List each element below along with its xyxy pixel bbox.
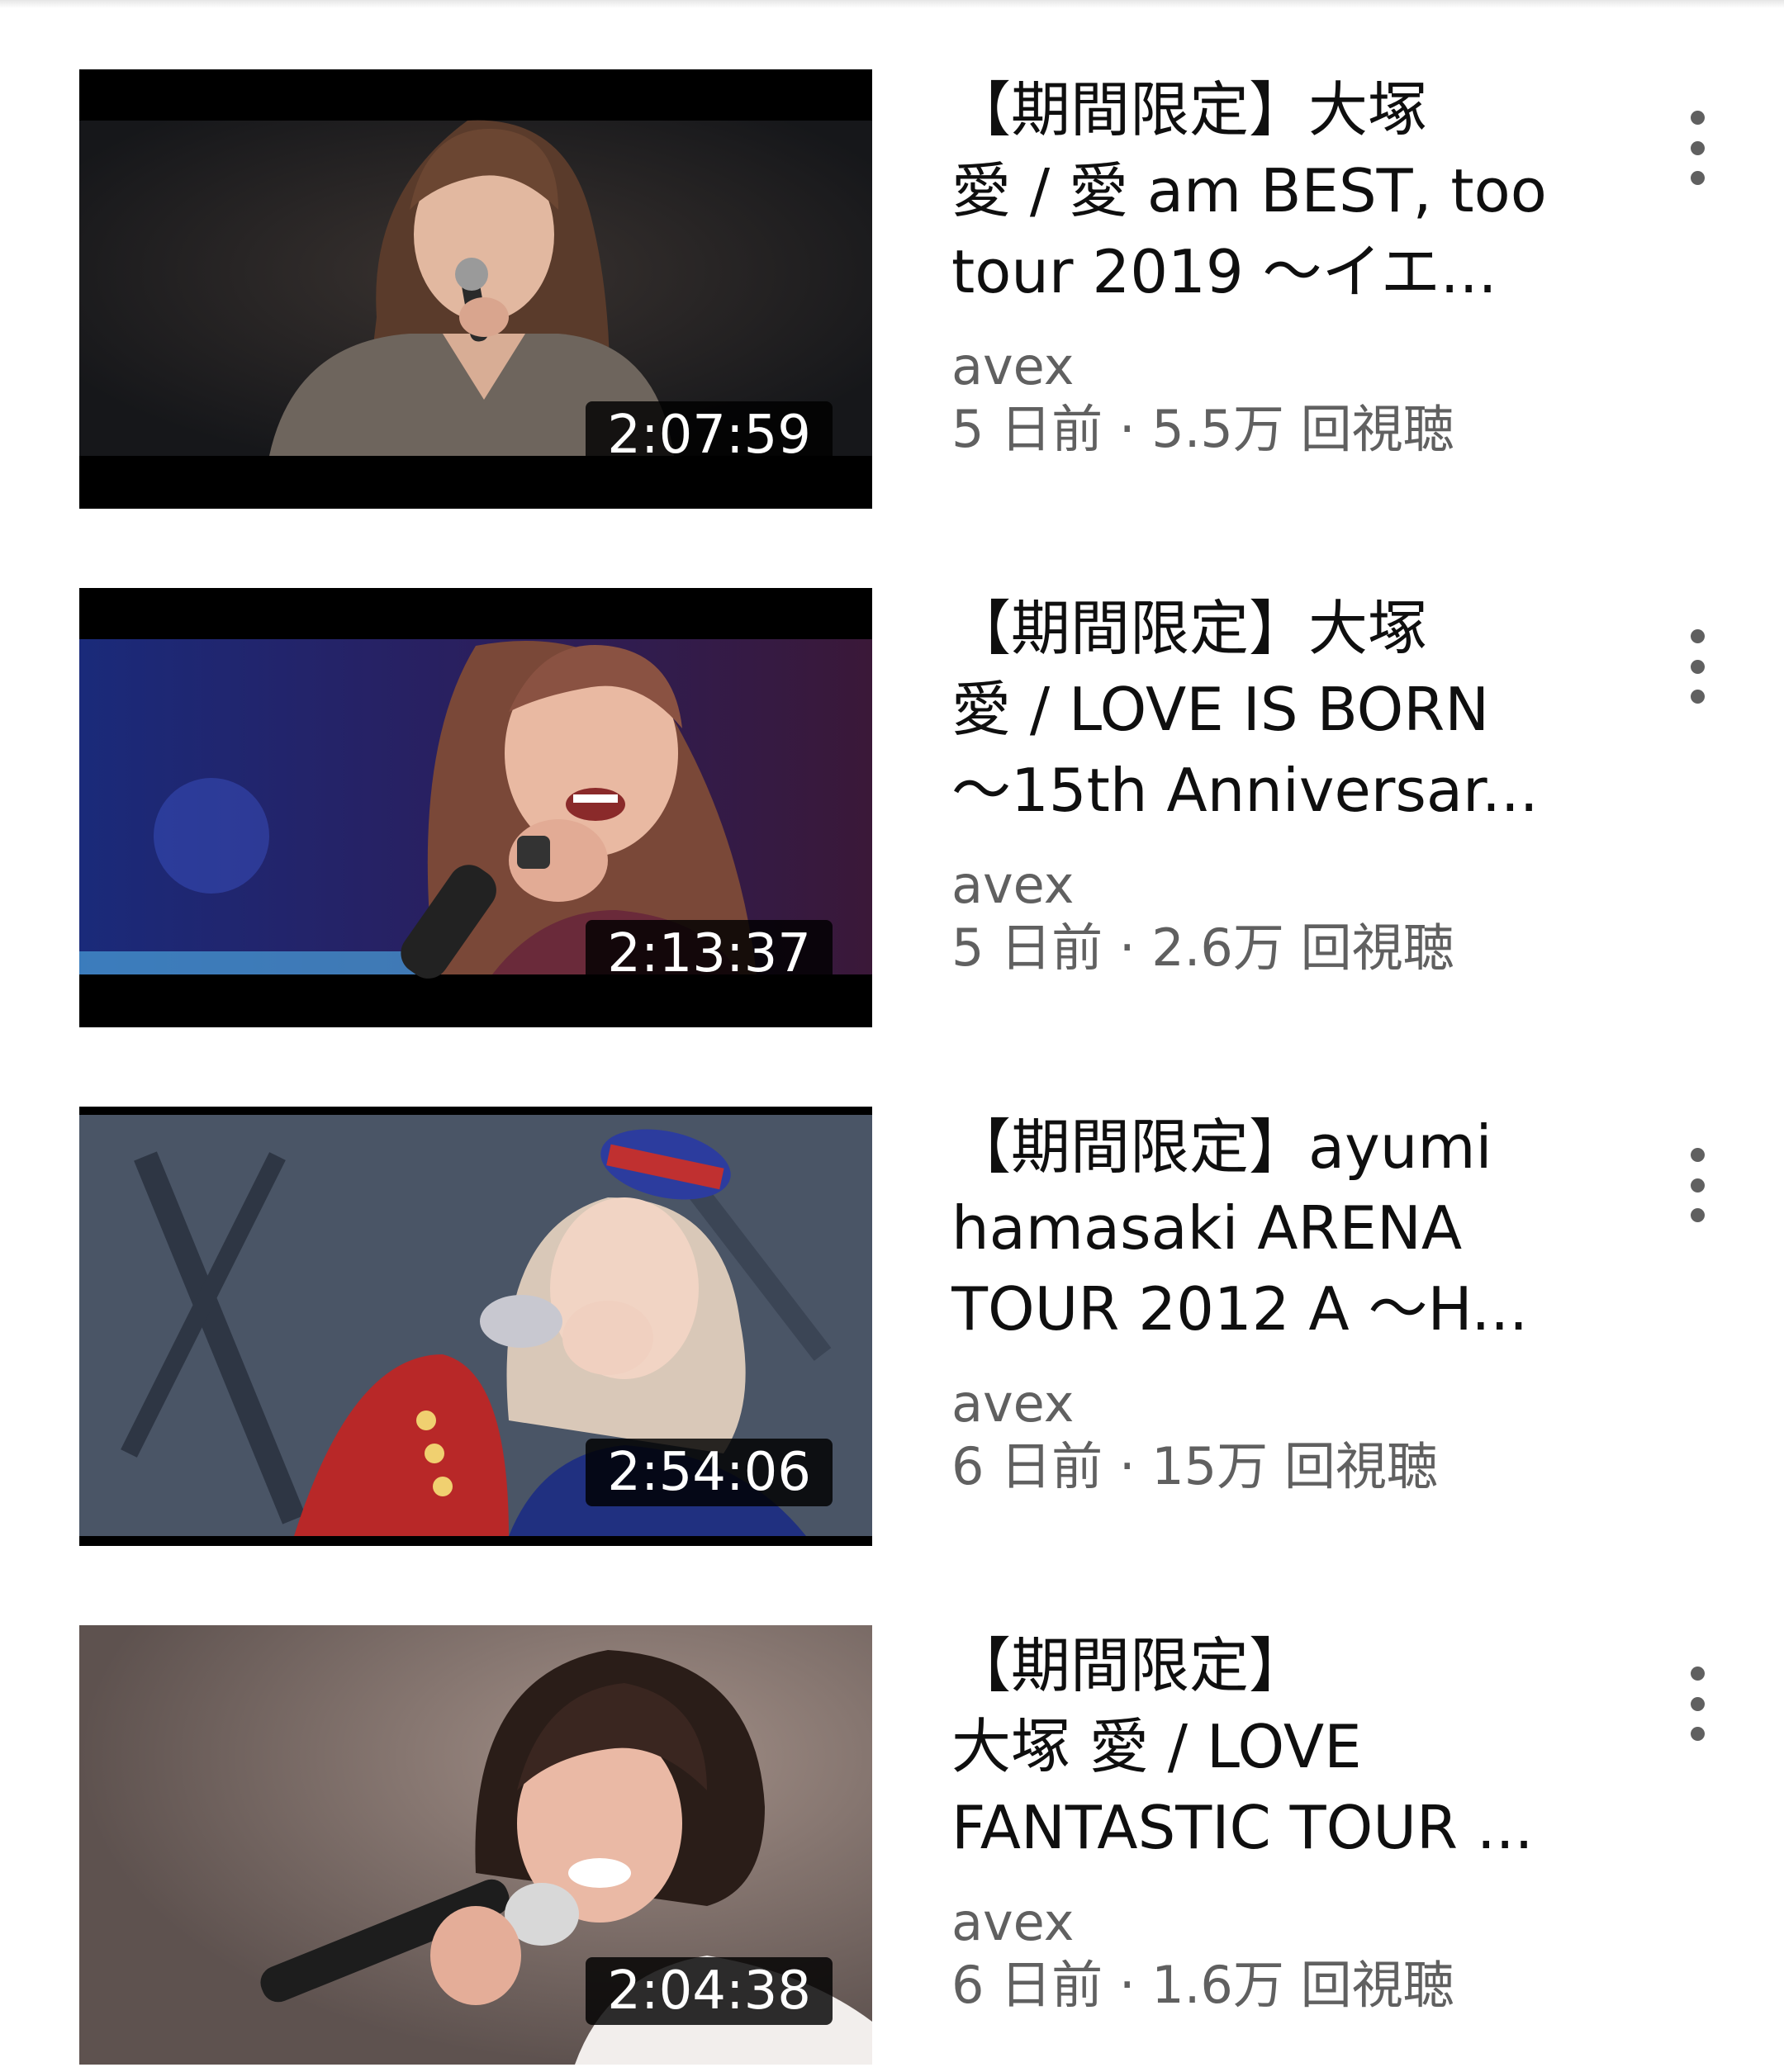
title-line: tour 2019 ～イエ... [951,237,1497,306]
more-vert-icon[interactable] [1668,1658,1726,1749]
menu-dot [1690,690,1705,704]
menu-dot [1690,1667,1705,1681]
video-thumbnail[interactable]: 2:07:59 [79,69,872,509]
title-line: hamasaki ARENA [951,1193,1463,1263]
menu-dot [1690,1696,1705,1711]
menu-dot [1690,1148,1705,1162]
channel-name[interactable]: avex [951,334,1074,400]
title-line: FANTASTIC TOUR ... [951,1793,1534,1862]
channel-name[interactable]: avex [951,852,1074,918]
video-title[interactable]: 【期間限定】ayumi hamasaki ARENA TOUR 2012 A ～… [951,1107,1579,1349]
menu-dot [1690,1178,1705,1192]
video-list: 2:07:59 【期間限定】大塚 愛 / 愛 am BEST, too tour… [0,0,1784,2072]
video-title[interactable]: 【期間限定】大塚 愛 / LOVE IS BORN ～15th Annivers… [951,588,1579,831]
channel-name[interactable]: avex [951,1889,1074,1956]
menu-dot [1690,1208,1705,1222]
title-line: ～15th Anniversar... [951,756,1539,825]
title-line: 【期間限定】大塚 [951,594,1428,663]
more-vert-icon[interactable] [1668,621,1726,712]
title-line: 愛 / 愛 am BEST, too [951,156,1547,225]
video-meta: 5 日前 · 2.6万 回視聴 [951,917,1454,978]
title-line: 【期間限定】ayumi [951,1112,1492,1182]
title-line: 【期間限定】 [951,1631,1309,1700]
more-vert-icon[interactable] [1668,1140,1726,1230]
menu-dot [1690,171,1705,185]
title-line: 【期間限定】大塚 [951,75,1428,145]
title-line: 大塚 愛 / LOVE [951,1712,1362,1781]
video-meta: 6 日前 · 15万 回視聴 [951,1436,1438,1496]
video-meta: 5 日前 · 5.5万 回視聴 [951,399,1454,459]
menu-dot [1690,111,1705,125]
video-thumbnail[interactable]: 2:54:06 [79,1107,872,1546]
video-title[interactable]: 【期間限定】 大塚 愛 / LOVE FANTASTIC TOUR ... [951,1625,1579,1868]
menu-dot [1690,659,1705,674]
menu-dot [1690,1727,1705,1741]
video-duration: 2:13:37 [586,920,833,988]
menu-dot [1690,629,1705,643]
video-duration: 2:54:06 [586,1439,833,1506]
video-meta: 6 日前 · 1.6万 回視聴 [951,1955,1454,2015]
video-thumbnail[interactable]: 2:04:38 [79,1625,872,2065]
title-line: 愛 / LOVE IS BORN [951,675,1490,744]
video-item[interactable]: 2:07:59 【期間限定】大塚 愛 / 愛 am BEST, too tour… [0,69,1784,509]
video-thumbnail[interactable]: 2:13:37 [79,588,872,1027]
more-vert-icon[interactable] [1668,102,1726,193]
title-line: TOUR 2012 A ～H... [951,1274,1529,1344]
video-title[interactable]: 【期間限定】大塚 愛 / 愛 am BEST, too tour 2019 ～イ… [951,69,1579,312]
video-item[interactable]: 2:13:37 【期間限定】大塚 愛 / LOVE IS BORN ～15th … [0,588,1784,1027]
channel-name[interactable]: avex [951,1371,1074,1437]
video-duration: 2:07:59 [586,401,833,469]
video-item[interactable]: 2:54:06 【期間限定】ayumi hamasaki ARENA TOUR … [0,1107,1784,1546]
menu-dot [1690,140,1705,155]
video-item[interactable]: 2:04:38 【期間限定】 大塚 愛 / LOVE FANTASTIC TOU… [0,1625,1784,2065]
video-duration: 2:04:38 [586,1957,833,2025]
